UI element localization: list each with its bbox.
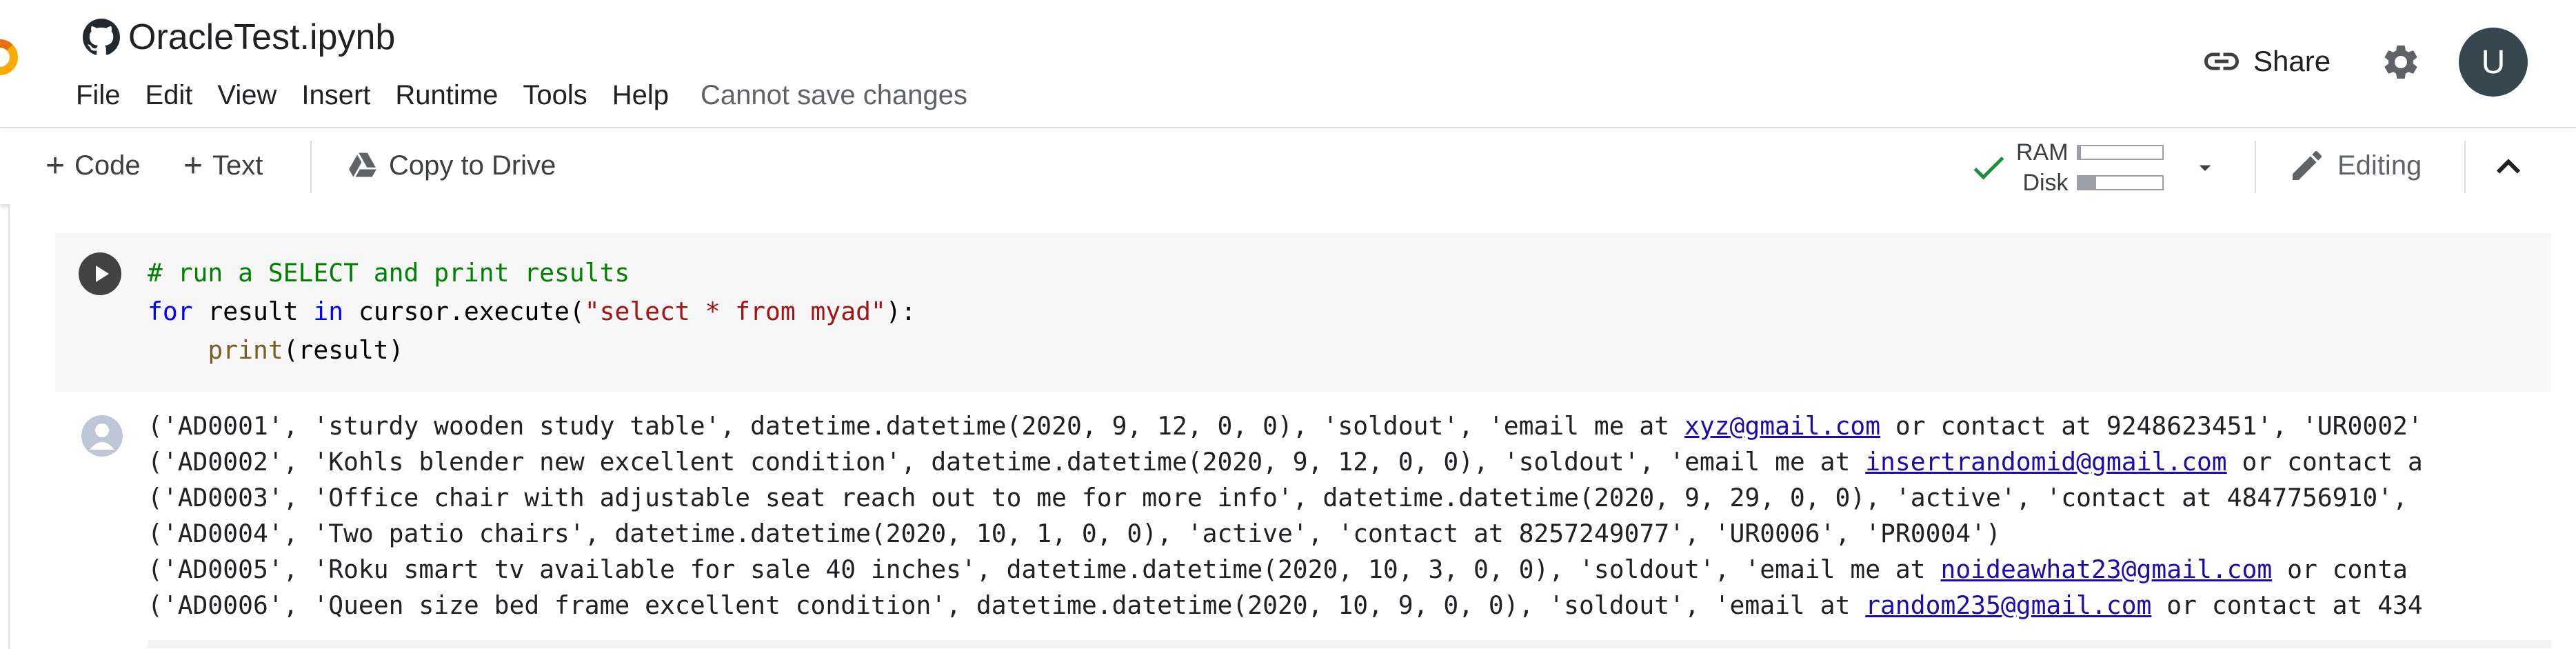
code-line: # run a SELECT and print results: [148, 254, 916, 292]
output-line: ('AD0003', 'Office chair with adjustable…: [148, 480, 2551, 516]
top-header: OracleTest.ipynb File Edit View Insert R…: [0, 0, 2576, 128]
copy-to-drive-button[interactable]: Copy to Drive: [348, 143, 556, 188]
email-link[interactable]: random235@gmail.com: [1865, 590, 2151, 620]
menu-insert[interactable]: Insert: [301, 76, 370, 115]
code-token: for: [148, 297, 193, 326]
code-token: result: [192, 297, 314, 326]
chevron-up-icon[interactable]: [2488, 146, 2529, 188]
email-link[interactable]: insertrandomid@gmail.com: [1865, 447, 2226, 477]
resource-bars: [2076, 137, 2164, 198]
menu-view[interactable]: View: [217, 76, 276, 115]
output-line: ('AD0005', 'Roku smart tv available for …: [148, 552, 2551, 588]
output-segment: or contact a: [2226, 447, 2423, 477]
github-icon[interactable]: [83, 19, 120, 56]
play-icon: [96, 266, 109, 282]
output-segment: or contact at 9248623451', 'UR0002': [1880, 411, 2423, 441]
toolbar-divider: [2255, 141, 2256, 193]
output-segment: ('AD0003', 'Office chair with adjustable…: [148, 483, 2423, 512]
save-status: Cannot save changes: [701, 79, 967, 110]
check-icon: [1973, 156, 2004, 180]
output-segment: ('AD0002', 'Kohls blender new excellent …: [148, 447, 1866, 477]
link-icon: [2204, 52, 2239, 70]
output-line: ('AD0006', 'Queen size bed frame excelle…: [148, 588, 2551, 623]
toolbar-divider: [2464, 141, 2466, 193]
code-token: in: [313, 297, 344, 326]
share-button[interactable]: Share: [2201, 37, 2331, 86]
add-text-button[interactable]: + Text: [183, 143, 263, 188]
copy-to-drive-label: Copy to Drive: [389, 150, 556, 181]
add-code-button[interactable]: + Code: [46, 143, 141, 188]
notebook-toolbar: + Code + Text Copy to Drive RAM Disk Edi…: [0, 130, 2576, 204]
chevron-down-icon[interactable]: [2191, 154, 2219, 181]
ram-usage-bar: [2076, 145, 2164, 160]
menu-tools[interactable]: Tools: [523, 76, 587, 115]
run-cell-button[interactable]: [79, 252, 121, 295]
email-link[interactable]: xyz@gmail.com: [1684, 411, 1880, 441]
add-code-label: Code: [74, 150, 141, 181]
output-segment: ('AD0004', 'Two patio chairs', datetime.…: [148, 519, 2001, 548]
menu-help[interactable]: Help: [612, 76, 669, 115]
code-token: cursor.execute(: [343, 297, 585, 326]
ram-usage-fill: [2077, 146, 2082, 159]
notebook-title[interactable]: OracleTest.ipynb: [128, 17, 395, 58]
menu-bar: File Edit View Insert Runtime Tools Help…: [76, 74, 967, 116]
output-text: ('AD0001', 'sturdy wooden study table', …: [148, 408, 2551, 636]
notebook-content: # run a SELECT and print results for resu…: [8, 204, 2576, 649]
code-token: print: [208, 335, 283, 365]
code-cell[interactable]: # run a SELECT and print results for resu…: [55, 233, 2551, 392]
avatar[interactable]: U: [2459, 28, 2528, 97]
disk-usage-fill: [2077, 177, 2097, 189]
pencil-icon: [2293, 150, 2322, 180]
plus-icon: +: [183, 147, 203, 184]
output-line: ('AD0002', 'Kohls blender new excellent …: [148, 444, 2551, 480]
menu-runtime[interactable]: Runtime: [395, 76, 498, 115]
code-editor[interactable]: # run a SELECT and print results for resu…: [148, 254, 916, 370]
cell-output: ('AD0001', 'sturdy wooden study table', …: [55, 404, 2551, 649]
disk-usage-bar: [2076, 175, 2164, 190]
editing-label: Editing: [2337, 150, 2422, 181]
editing-mode-button[interactable]: Editing: [2288, 143, 2422, 188]
title-row: OracleTest.ipynb: [83, 15, 395, 59]
resource-labels: RAM Disk: [2016, 137, 2069, 198]
horizontal-scrollbar[interactable]: [148, 640, 2551, 648]
code-token: ):: [885, 297, 916, 326]
code-token: # run a SELECT and print results: [148, 258, 630, 288]
output-segment: or contact at 434: [2151, 590, 2423, 620]
plus-icon: +: [46, 147, 66, 184]
output-line: ('AD0004', 'Two patio chairs', datetime.…: [148, 516, 2551, 552]
email-link[interactable]: noideawhat23@gmail.com: [1940, 555, 2272, 584]
output-segment: ('AD0001', 'sturdy wooden study table', …: [148, 411, 1684, 441]
gear-icon[interactable]: [2380, 41, 2422, 83]
ram-label: RAM: [2016, 139, 2069, 166]
drive-icon: [349, 152, 376, 177]
code-token: (result): [283, 335, 404, 365]
menu-edit[interactable]: Edit: [145, 76, 192, 115]
output-line: ('AD0001', 'sturdy wooden study table', …: [148, 408, 2551, 444]
add-text-label: Text: [212, 150, 263, 181]
code-line: for result in cursor.execute("select * f…: [148, 292, 916, 331]
output-segment: ('AD0005', 'Roku smart tv available for …: [148, 555, 1941, 584]
share-label: Share: [2253, 45, 2331, 77]
code-line: print(result): [148, 331, 916, 370]
output-segment: or conta: [2272, 555, 2408, 584]
resource-monitor[interactable]: RAM Disk: [1968, 137, 2219, 199]
user-icon: [81, 415, 123, 457]
menu-file[interactable]: File: [76, 76, 120, 115]
output-segment: ('AD0006', 'Queen size bed frame excelle…: [148, 590, 1866, 620]
disk-label: Disk: [2022, 170, 2069, 196]
colab-logo-icon[interactable]: [0, 36, 39, 79]
toolbar-divider: [310, 141, 312, 193]
code-token: "select * from myad": [584, 297, 886, 326]
